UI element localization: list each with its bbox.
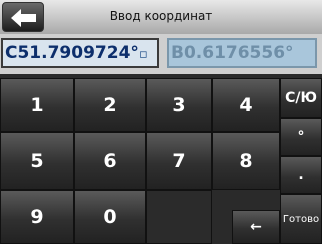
latitude-field[interactable]: С51.7909724°▫ <box>1 38 159 68</box>
page-title: Ввод координат <box>109 9 213 23</box>
longitude-field[interactable]: В0.6176556° <box>167 38 317 68</box>
empty-key-area <box>146 190 212 244</box>
latitude-value: С51.7909724° <box>5 43 139 63</box>
title-bar: Ввод координат <box>0 0 322 35</box>
key-4[interactable]: 4 <box>212 78 280 132</box>
key-8[interactable]: 8 <box>212 132 280 190</box>
key-1[interactable]: 1 <box>0 78 74 132</box>
done-button[interactable]: Готово <box>280 194 322 244</box>
key-0[interactable]: 0 <box>74 190 146 244</box>
key-9[interactable]: 9 <box>0 190 74 244</box>
hemisphere-toggle-button[interactable]: С/Ю <box>280 78 322 118</box>
backspace-button[interactable]: ← <box>232 210 280 244</box>
key-2[interactable]: 2 <box>74 78 146 132</box>
degree-button[interactable]: ° <box>280 118 322 156</box>
coordinate-bar: С51.7909724°▫ В0.6176556° <box>0 34 322 74</box>
text-cursor: ▫ <box>138 47 148 62</box>
key-3[interactable]: 3 <box>146 78 212 132</box>
decimal-point-button[interactable]: . <box>280 156 322 194</box>
key-6[interactable]: 6 <box>74 132 146 190</box>
key-5[interactable]: 5 <box>0 132 74 190</box>
key-7[interactable]: 7 <box>146 132 212 190</box>
